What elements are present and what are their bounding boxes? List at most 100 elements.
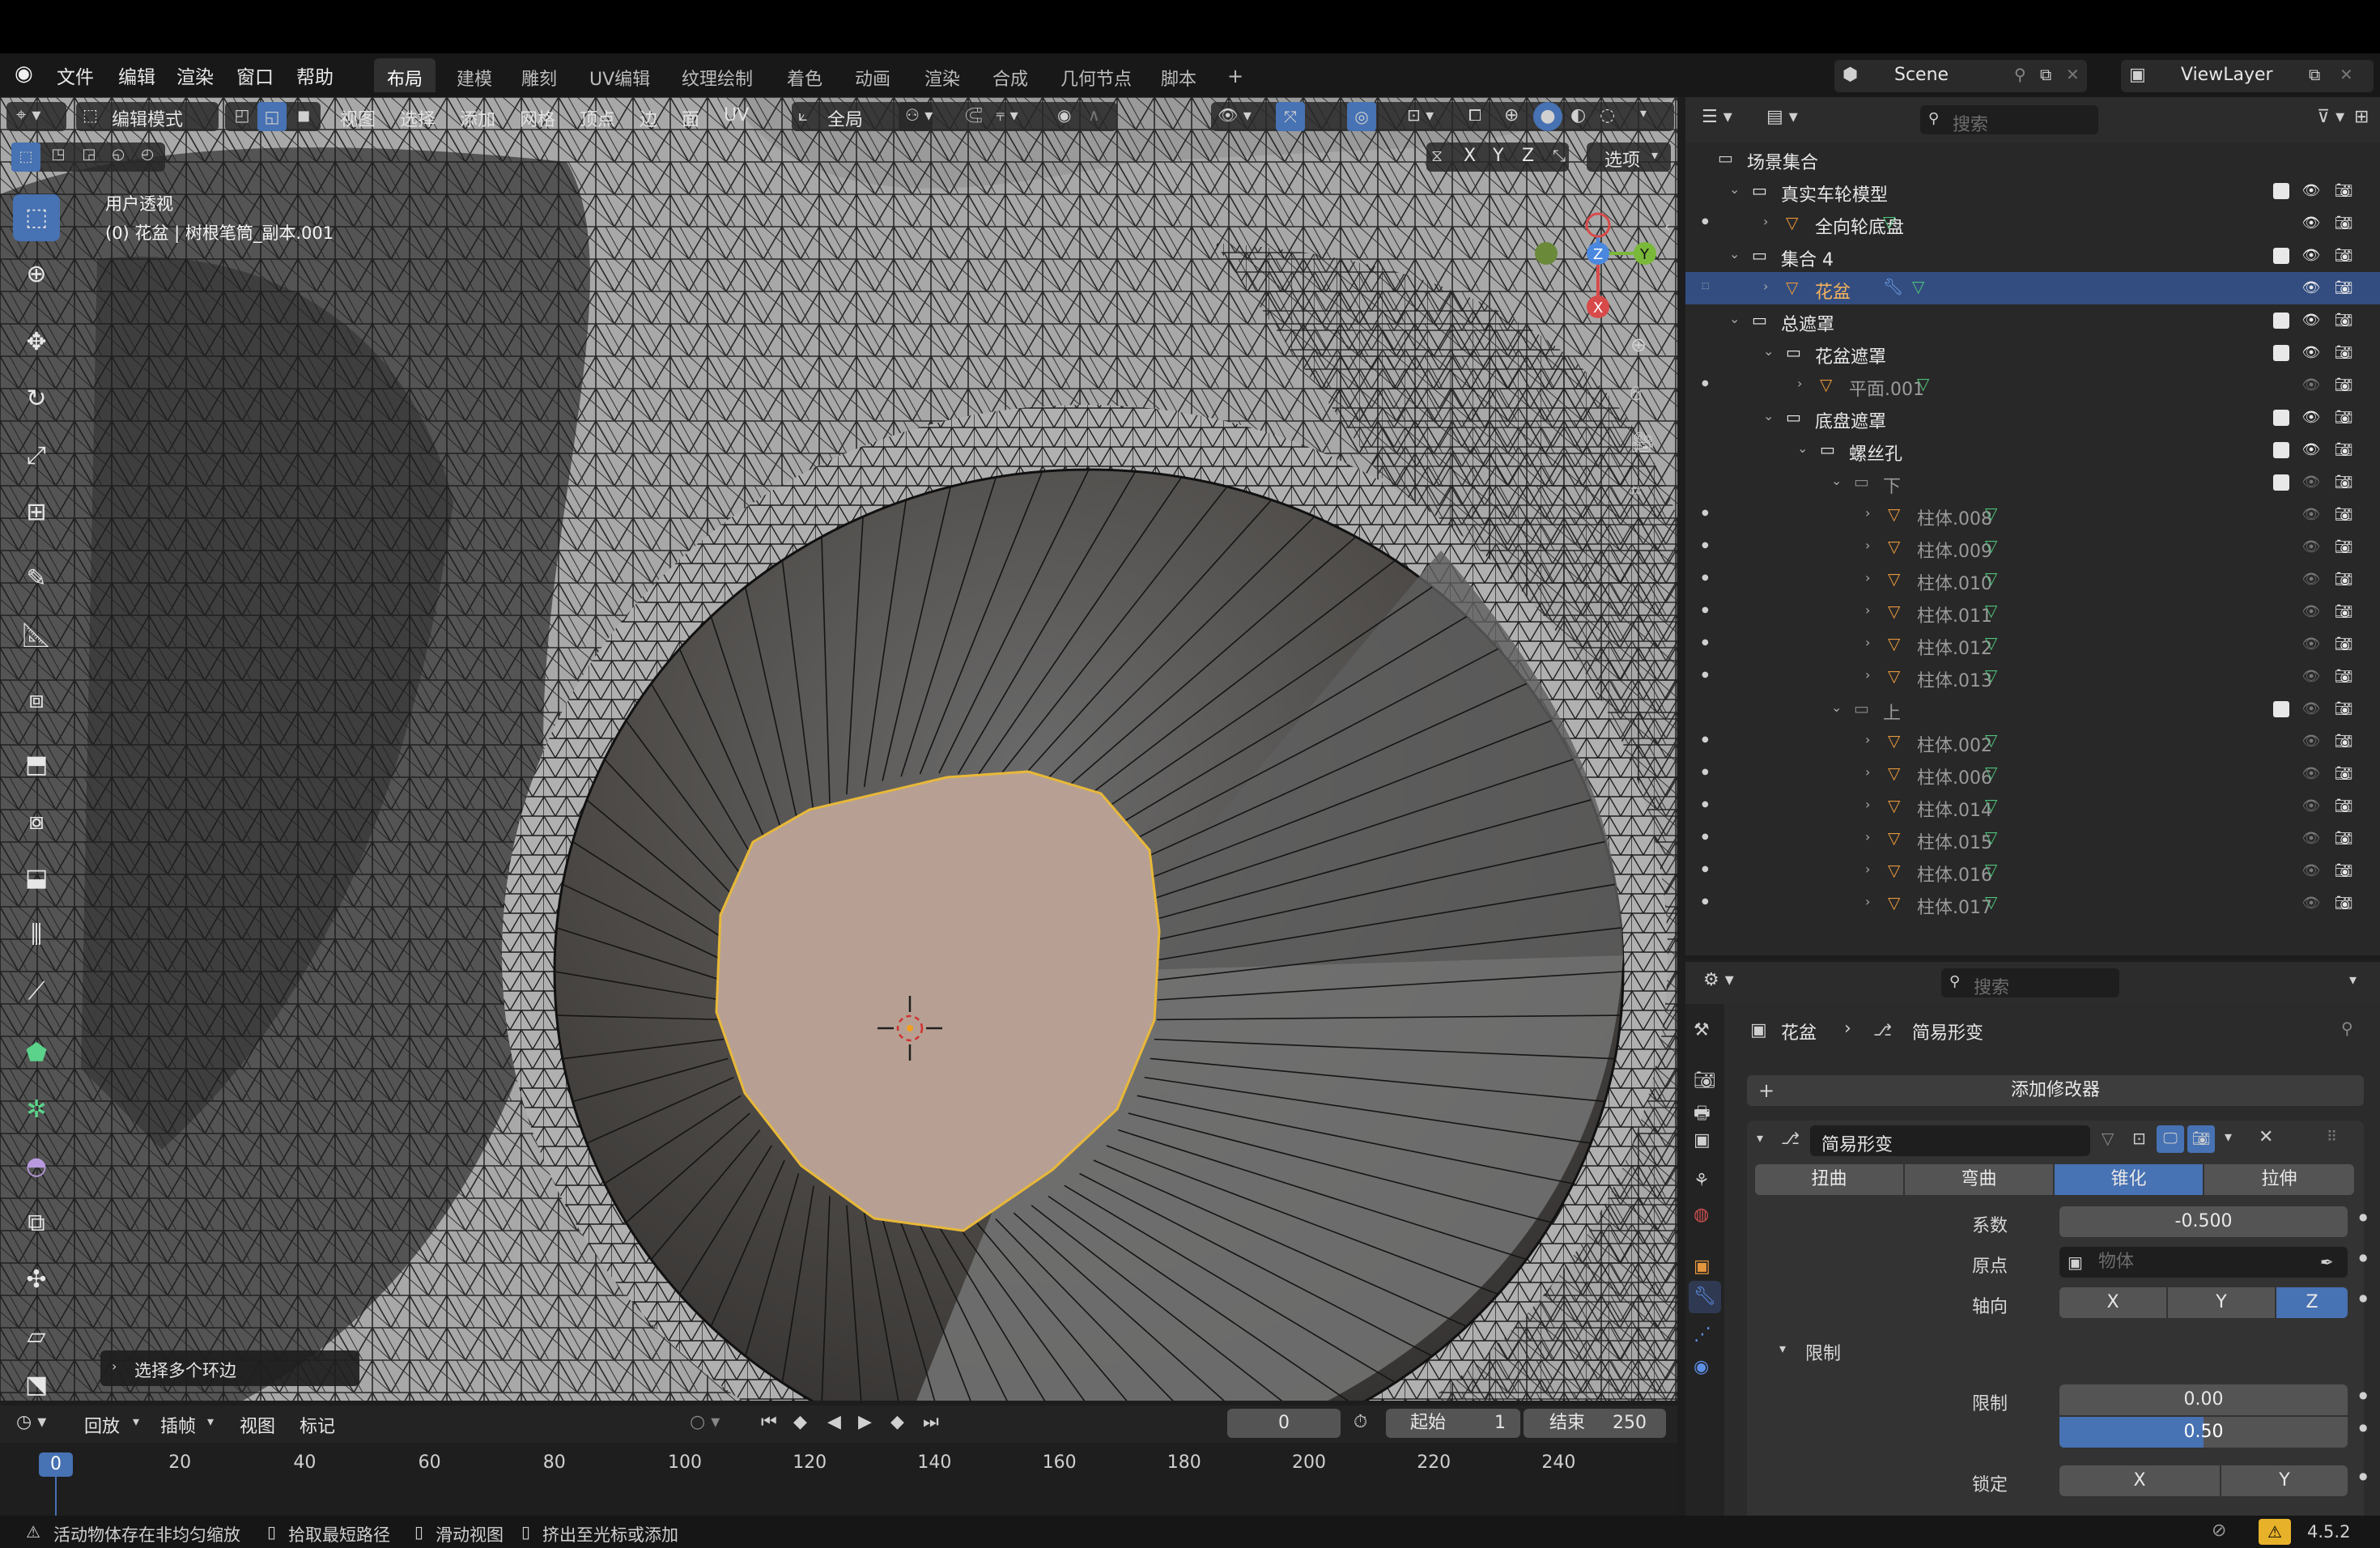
tool-tab-icon[interactable]: ⚒ bbox=[1694, 1020, 1710, 1040]
visibility-eye-icon[interactable]: 👁︎ bbox=[2301, 830, 2322, 847]
axis-x[interactable]: X bbox=[2059, 1287, 2166, 1318]
view-layer-tab-icon[interactable]: ▣ bbox=[1694, 1130, 1711, 1150]
visibility-eye-icon[interactable]: 👁︎ bbox=[2301, 279, 2322, 296]
camera-view-icon[interactable]: 🎥︎ bbox=[1630, 431, 1655, 453]
mesh-data-icon[interactable]: ▽ bbox=[1883, 212, 1895, 232]
menu-help[interactable]: 帮助 bbox=[296, 62, 334, 89]
mode-taper[interactable]: 锥化 bbox=[2055, 1164, 2203, 1195]
render-camera-icon[interactable]: 📷︎ bbox=[2333, 215, 2354, 232]
tab-shading[interactable]: 着色 bbox=[774, 58, 835, 92]
loop-cut-tool-icon[interactable]: ⫼ bbox=[13, 912, 60, 959]
render-camera-icon[interactable]: 📷︎ bbox=[2333, 571, 2354, 589]
visibility-eye-icon[interactable]: 👁︎ bbox=[2301, 636, 2322, 653]
editor-type-button[interactable]: ⌖ ▾ bbox=[6, 102, 66, 131]
mesh-overlay-icon[interactable]: ⊡ ▾ bbox=[1407, 105, 1434, 125]
exclude-checkbox[interactable] bbox=[2273, 345, 2289, 361]
new-scene-icon[interactable]: ⧉ bbox=[2040, 65, 2051, 84]
network-off-icon[interactable]: ⊘ bbox=[2212, 1520, 2226, 1541]
delete-view-layer-icon[interactable]: ✕ bbox=[2340, 65, 2353, 84]
select-box-tool-icon[interactable]: ⬚ bbox=[13, 194, 60, 241]
select-mode-group[interactable]: ◰ ◱ ◼ bbox=[225, 102, 321, 131]
add-workspace-button[interactable]: + bbox=[1214, 58, 1256, 92]
rip-tool-icon[interactable]: ⬔ bbox=[13, 1362, 60, 1409]
visibility-eye-icon[interactable]: 👁︎ bbox=[2301, 797, 2322, 814]
bevel-tool-icon[interactable]: ⬓ bbox=[13, 855, 60, 902]
shading-dropdown-icon[interactable]: ▾ bbox=[1640, 105, 1647, 121]
modifier-tab-icon[interactable]: 🔧︎ bbox=[1689, 1281, 1721, 1313]
visibility-eye-icon[interactable]: 👁︎ bbox=[2301, 862, 2322, 879]
collapse-chevron-icon[interactable]: ⌄ bbox=[1729, 246, 1740, 262]
move-tool-icon[interactable]: ✥ bbox=[13, 319, 60, 366]
keyframe-dot-icon[interactable]: ● bbox=[2359, 1252, 2367, 1263]
smooth-tool-icon[interactable]: ◓ bbox=[13, 1143, 60, 1190]
outliner-row[interactable]: ⌄ ▭ 真实车轮模型 👁︎ 📷︎ bbox=[1685, 175, 2380, 207]
render-camera-icon[interactable]: 📷︎ bbox=[2333, 538, 2354, 556]
edit-mode-dot-icon[interactable]: ● bbox=[1702, 379, 1709, 388]
keyframe-dot-icon[interactable]: ● bbox=[2359, 1422, 2367, 1433]
limit-max-slider[interactable]: 0.50 bbox=[2059, 1417, 2348, 1448]
limits-chevron-icon[interactable]: ▾ bbox=[1779, 1341, 1786, 1356]
add-modifier-button[interactable]: + 添加修改器 bbox=[1747, 1075, 2364, 1106]
on-cage-toggle-icon[interactable]: ⊡ bbox=[2132, 1129, 2146, 1148]
menu-uv[interactable]: UV bbox=[719, 102, 754, 131]
shrink-fatten-tool-icon[interactable]: ✣ bbox=[13, 1257, 60, 1303]
mirror-z[interactable]: Z bbox=[1522, 146, 1534, 166]
outliner-row[interactable]: ● › ▽ 全向轮底盘 ▽ 👁︎ 📷︎ bbox=[1685, 207, 2380, 240]
render-camera-icon[interactable]: 📷︎ bbox=[2333, 636, 2354, 653]
mesh-data-icon[interactable]: ▽ bbox=[1985, 601, 1997, 620]
mesh-data-icon[interactable]: ▽ bbox=[1985, 860, 1997, 879]
close-icon[interactable]: ✕ bbox=[2259, 1127, 2273, 1147]
edit-mode-dot-icon[interactable]: ● bbox=[1702, 768, 1709, 776]
edit-mode-dot-icon[interactable]: ● bbox=[1702, 606, 1709, 615]
keyframe-dot-icon[interactable]: ● bbox=[2359, 1389, 2367, 1401]
mirror-axis-group[interactable]: ⧖ X Y Z bbox=[1426, 142, 1569, 172]
menu-face[interactable]: 面 bbox=[677, 102, 704, 131]
pin-icon[interactable]: ⚲ bbox=[2341, 1019, 2353, 1038]
options-dropdown[interactable]: 选项 ▾ bbox=[1587, 142, 1671, 172]
visibility-eye-icon[interactable]: 👁︎ bbox=[2301, 733, 2322, 750]
mesh-data-icon[interactable]: ▽ bbox=[1985, 536, 1997, 555]
edit-mode-dot-icon[interactable]: ● bbox=[1702, 897, 1709, 906]
expand-chevron-icon[interactable]: › bbox=[1865, 538, 1870, 553]
outliner-row[interactable]: ⌄ ▭ 下 👁︎ 📷︎ bbox=[1685, 466, 2380, 499]
auto-merge-icon[interactable]: ⤡ bbox=[1553, 146, 1566, 165]
mesh-data-icon[interactable]: ▽ bbox=[1912, 277, 1924, 296]
spin-tool-icon[interactable]: ✲ bbox=[13, 1087, 60, 1133]
collapse-chevron-icon[interactable]: ⌄ bbox=[1797, 440, 1808, 456]
exclude-checkbox[interactable] bbox=[2273, 183, 2289, 199]
gizmo-toggle-icon[interactable]: ⤧ bbox=[1276, 102, 1305, 131]
expand-chevron-icon[interactable]: › bbox=[1865, 602, 1870, 618]
visibility-eye-icon[interactable]: 👁︎ bbox=[2301, 895, 2322, 912]
edit-mode-dot-icon[interactable]: ● bbox=[1702, 508, 1709, 517]
outliner-row[interactable]: ● › ▽ 柱体.010 ▽ 👁︎ 📷︎ bbox=[1685, 563, 2380, 596]
solid-shading-icon[interactable]: ● bbox=[1533, 102, 1562, 131]
outliner-row[interactable]: ● › ▽ 柱体.012 ▽ 👁︎ 📷︎ bbox=[1685, 628, 2380, 661]
edit-mode-dot-icon[interactable]: ● bbox=[1702, 573, 1709, 582]
output-tab-icon[interactable]: 🖶︎ bbox=[1694, 1099, 1711, 1130]
expand-chevron-icon[interactable]: › bbox=[1865, 894, 1870, 909]
mode-dropdown[interactable]: ⬚ 编辑模式 bbox=[76, 102, 219, 131]
render-camera-icon[interactable]: 📷︎ bbox=[2333, 344, 2354, 362]
edge-select-icon[interactable]: ◱ bbox=[257, 102, 287, 131]
visibility-eye-icon[interactable]: 👁︎ bbox=[2301, 474, 2322, 491]
measure-tool-icon[interactable]: 📐︎ bbox=[13, 612, 60, 659]
rendered-shading-icon[interactable]: ◌ bbox=[1600, 105, 1615, 125]
render-camera-icon[interactable]: 📷︎ bbox=[2333, 765, 2354, 783]
lock-x[interactable]: X bbox=[2059, 1465, 2220, 1496]
mesh-data-icon[interactable]: ▽ bbox=[1917, 374, 1929, 393]
outliner-row[interactable]: ● › ▽ 柱体.011 ▽ 👁︎ 📷︎ bbox=[1685, 596, 2380, 628]
physics-tab-icon[interactable]: ◉ bbox=[1694, 1357, 1709, 1377]
visibility-eye-icon[interactable]: 👁︎ bbox=[2301, 765, 2322, 782]
render-camera-icon[interactable]: 📷︎ bbox=[2333, 376, 2354, 394]
menu-select[interactable]: 选择 bbox=[395, 102, 440, 131]
visibility-eye-icon[interactable]: 👁︎ bbox=[2301, 571, 2322, 588]
collapse-chevron-icon[interactable]: ⌄ bbox=[1729, 311, 1740, 326]
outliner-row[interactable]: ● › ▽ 柱体.015 ▽ 👁︎ 📷︎ bbox=[1685, 823, 2380, 855]
exclude-checkbox[interactable] bbox=[2273, 474, 2289, 491]
expand-chevron-icon[interactable]: › bbox=[1865, 861, 1870, 877]
outliner-row[interactable]: ⌄ ▭ 底盘遮罩 👁︎ 📷︎ bbox=[1685, 402, 2380, 434]
tab-geometry-nodes[interactable]: 几何节点 bbox=[1048, 58, 1145, 92]
outliner-row[interactable]: ⌄ ▭ 集合 4 👁︎ 📷︎ bbox=[1685, 240, 2380, 272]
select-invert-icon[interactable]: ◵ bbox=[104, 146, 133, 163]
3d-viewport[interactable]: ⌖ ▾ ⬚ 编辑模式 ◰ ◱ ◼ 视图 选择 添加 网格 顶点 边 面 UV ⟀… bbox=[0, 97, 1677, 1401]
